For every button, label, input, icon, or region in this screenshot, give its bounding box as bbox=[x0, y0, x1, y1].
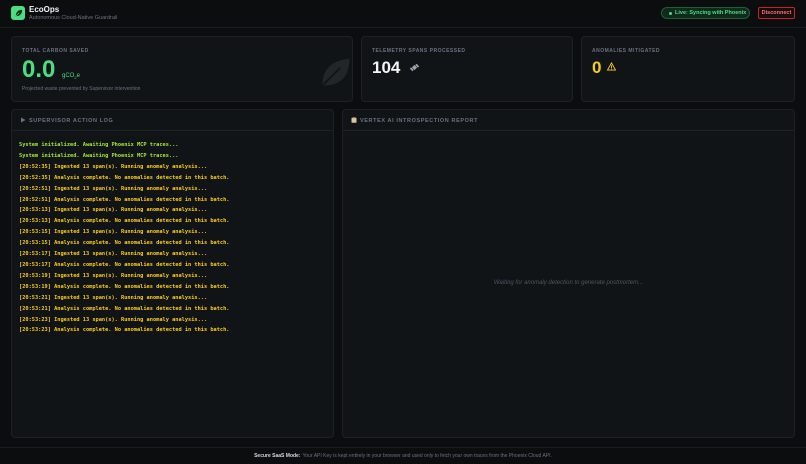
introspection-report-panel: Vertex AI Introspection Report Waiting f… bbox=[342, 109, 795, 438]
carbon-saved-card: Total Carbon Saved 0.0 gCO2e Projected w… bbox=[11, 36, 353, 102]
log-entry: [20:53:15] Ingested 13 span(s). Running … bbox=[19, 229, 208, 236]
disconnect-button[interactable]: Disconnect bbox=[758, 7, 795, 19]
log-entry: System initialized. Awaiting Phoenix MCP… bbox=[19, 142, 179, 148]
live-status-text: Live: Syncing with Phoenix bbox=[675, 10, 747, 16]
log-entry: [20:53:21] Analysis complete. No anomali… bbox=[19, 305, 230, 312]
clipboard-icon bbox=[351, 117, 357, 123]
panel-header: Supervisor Action Log bbox=[12, 110, 333, 131]
carbon-label: Total Carbon Saved bbox=[22, 48, 89, 54]
app-title: EcoOps bbox=[29, 5, 60, 14]
live-status-badge: Live: Syncing with Phoenix bbox=[661, 7, 750, 19]
log-entry: System initialized. Awaiting Phoenix MCP… bbox=[19, 152, 179, 159]
play-icon bbox=[21, 117, 26, 123]
satellite-icon bbox=[409, 63, 420, 72]
log-entry: [20:53:17] Analysis complete. No anomali… bbox=[19, 261, 230, 268]
log-entry: [20:53:17] Ingested 13 span(s). Running … bbox=[19, 251, 208, 258]
anomalies-card: Anomalies Mitigated 0 bbox=[581, 36, 795, 102]
anomalies-label: Anomalies Mitigated bbox=[592, 48, 661, 54]
log-entry: [20:53:13] Ingested 13 span(s). Running … bbox=[19, 207, 208, 214]
carbon-note: Projected waste prevented by Supervisor … bbox=[22, 86, 141, 92]
app-root: EcoOps Autonomous Cloud-Native Guardrail… bbox=[0, 0, 806, 464]
log-entry: [20:53:19] Ingested 13 span(s). Running … bbox=[19, 272, 208, 279]
supervisor-log-title: Supervisor Action Log bbox=[29, 118, 114, 124]
supervisor-log-panel: Supervisor Action Log System initialized… bbox=[11, 109, 334, 438]
report-title: Vertex AI Introspection Report bbox=[360, 118, 479, 124]
anomalies-value: 0 bbox=[592, 58, 602, 77]
log-list[interactable]: System initialized. Awaiting Phoenix MCP… bbox=[19, 140, 327, 336]
leaf-icon bbox=[11, 6, 25, 20]
warning-icon bbox=[607, 62, 616, 71]
log-entry: [20:53:13] Analysis complete. No anomali… bbox=[19, 218, 230, 225]
carbon-unit: gCO2e bbox=[62, 73, 80, 81]
leaf-icon bbox=[321, 58, 350, 87]
spans-label: Telemetry Spans Processed bbox=[372, 48, 466, 54]
footer: Secure SaaS Mode: Your API Key is kept e… bbox=[0, 447, 806, 464]
status-dot-icon bbox=[669, 11, 672, 15]
telemetry-spans-card: Telemetry Spans Processed 104 bbox=[361, 36, 573, 102]
panel-header: Vertex AI Introspection Report bbox=[343, 110, 794, 131]
log-entry: [20:53:21] Ingested 13 span(s). Running … bbox=[19, 294, 208, 301]
app-subtitle: Autonomous Cloud-Native Guardrail bbox=[29, 15, 118, 21]
report-placeholder: Waiting for anomaly detection to generat… bbox=[493, 280, 644, 286]
spans-value: 104 bbox=[372, 58, 401, 77]
log-entry: [20:53:23] Ingested 13 span(s). Running … bbox=[19, 316, 208, 323]
log-entry: [20:53:23] Analysis complete. No anomali… bbox=[19, 327, 230, 334]
log-entry: [20:52:35] Ingested 13 span(s). Running … bbox=[19, 163, 208, 170]
log-entry: [20:53:19] Analysis complete. No anomali… bbox=[19, 283, 230, 290]
log-entry: [20:52:51] Analysis complete. No anomali… bbox=[19, 196, 230, 203]
log-entry: [20:53:15] Analysis complete. No anomali… bbox=[19, 240, 230, 247]
footer-text: Your API Key is kept entirely in your br… bbox=[302, 453, 552, 459]
carbon-value: 0.0 bbox=[22, 56, 56, 83]
header: EcoOps Autonomous Cloud-Native Guardrail… bbox=[0, 0, 806, 28]
log-entry: [20:52:35] Analysis complete. No anomali… bbox=[19, 174, 230, 181]
log-entry: [20:52:51] Ingested 13 span(s). Running … bbox=[19, 185, 208, 192]
footer-label: Secure SaaS Mode: bbox=[254, 453, 301, 459]
